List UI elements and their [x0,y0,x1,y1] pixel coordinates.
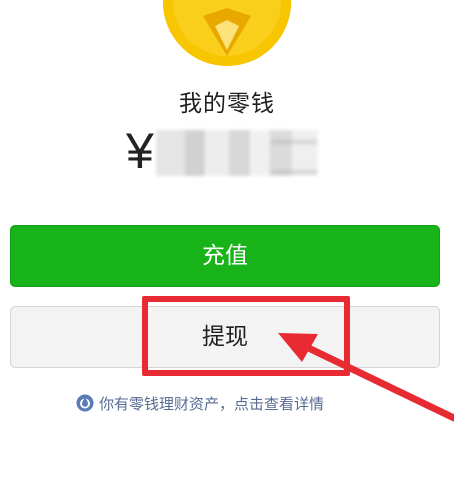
annotation-highlight-box [142,296,350,376]
gold-coin-icon [163,0,291,66]
recharge-button[interactable]: 充值 [10,225,440,287]
finance-assets-link-text: 你有零钱理财资产，点击查看详情 [99,394,325,413]
currency-symbol: ¥ [126,123,154,179]
finance-assets-link[interactable]: 你有零钱理财资产，点击查看详情 [76,392,324,414]
wallet-page: 我的零钱 ¥ 充值 提现 你有零钱理财资产，点击查看详情 [0,0,454,502]
balance-amount: ¥ [126,116,326,182]
fund-drop-icon [76,394,94,412]
wallet-title: 我的零钱 [179,91,275,117]
masked-balance-value [156,130,318,176]
